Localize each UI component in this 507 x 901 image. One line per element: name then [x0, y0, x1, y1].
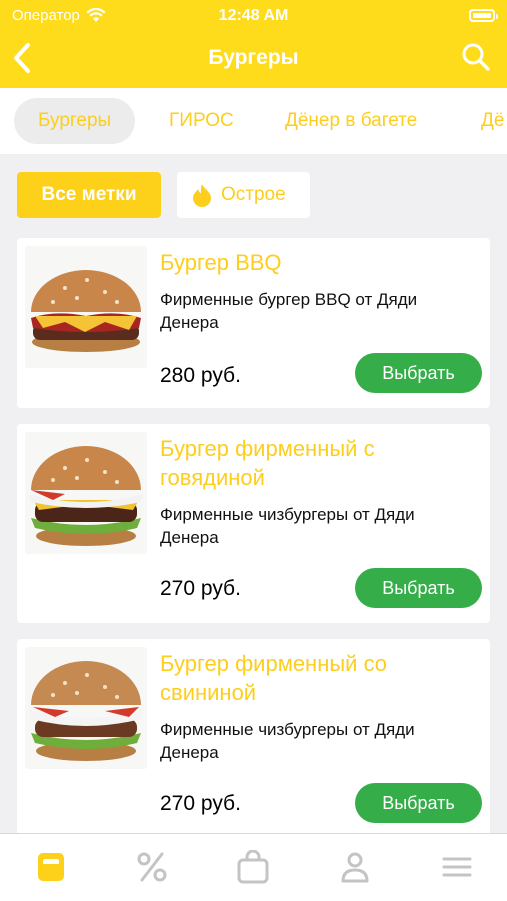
tab-doner-baguette[interactable]: Дёнер в багете [285, 98, 417, 144]
product-image [25, 647, 147, 769]
status-bar: Оператор 12:48 AM [0, 0, 507, 32]
page-title: Бургеры [208, 46, 299, 69]
product-description: Фирменные чизбургеры от Дяди Денера [160, 720, 415, 762]
product-price: 280 руб. [160, 364, 241, 387]
percent-icon[interactable] [135, 850, 169, 884]
product-price: 270 руб. [160, 577, 241, 600]
product-title: Бургер BBQ [160, 250, 282, 275]
product-image [25, 432, 147, 554]
product-card[interactable]: Бургер фирменный с говядиной Фирменные ч… [17, 424, 490, 623]
product-price: 270 руб. [160, 792, 241, 815]
tab-next-category[interactable]: Дё [481, 98, 504, 144]
product-card[interactable]: Бургер фирменный со свининой Фирменные ч… [17, 639, 490, 838]
product-title: Бургер фирменный с говядиной [160, 436, 375, 490]
select-button[interactable]: Выбрать [355, 568, 482, 608]
tab-burgers[interactable]: Бургеры [14, 98, 136, 144]
hamburger-menu-icon[interactable] [440, 850, 474, 884]
product-card[interactable]: Бургер BBQ Фирменные бургер BBQ от Дяди … [17, 238, 490, 408]
clock: 12:48 AM [218, 7, 289, 24]
search-icon[interactable] [461, 42, 491, 72]
tab-gyros[interactable]: ГИРОС [169, 98, 234, 144]
select-button[interactable]: Выбрать [355, 353, 482, 393]
filter-spicy-label: Острое [221, 184, 286, 205]
product-description: Фирменные бургер BBQ от Дяди Денера [160, 290, 418, 332]
filter-all-tags[interactable]: Все метки [17, 172, 161, 218]
bottom-tab-bar [0, 833, 507, 901]
product-title: Бургер фирменный со свининой [160, 651, 388, 705]
battery-icon [469, 9, 498, 22]
flame-icon [193, 184, 211, 207]
category-tabs: Бургеры ГИРОС Дёнер в багете Дё [0, 88, 507, 154]
menu-icon[interactable] [34, 850, 68, 884]
bag-icon[interactable] [236, 850, 270, 884]
top-bar: Оператор 12:48 AM Бургеры [0, 0, 507, 88]
profile-icon[interactable] [338, 850, 372, 884]
product-description: Фирменные чизбургеры от Дяди Денера [160, 505, 415, 547]
product-image [25, 246, 147, 368]
filter-spicy[interactable]: Острое [177, 172, 310, 218]
select-button[interactable]: Выбрать [355, 783, 482, 823]
